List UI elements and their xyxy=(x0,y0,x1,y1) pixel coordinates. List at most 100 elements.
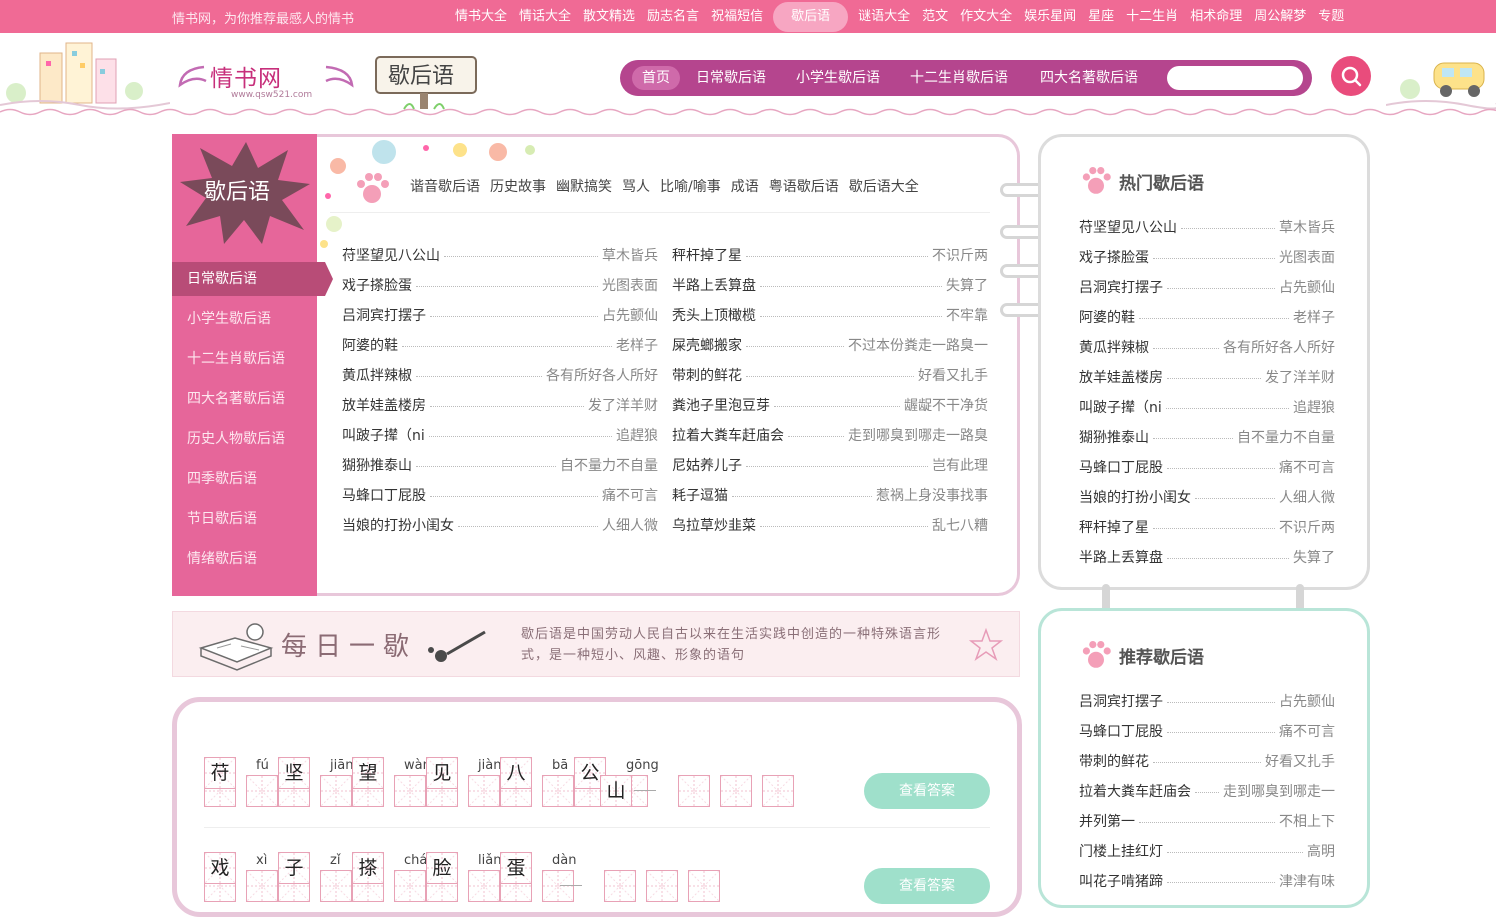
top-nav-link[interactable]: 情话大全 xyxy=(513,0,577,33)
sub-category-link[interactable]: 比喻/喻事 xyxy=(660,176,721,196)
top-nav-link[interactable]: 范文 xyxy=(916,0,954,33)
riddle-question[interactable]: 吕洞宾打摆子 xyxy=(342,303,426,329)
top-nav-link[interactable]: 专题 xyxy=(1312,0,1350,33)
riddle-question[interactable]: 吕洞宾打摆子 xyxy=(1079,275,1163,301)
sub-category-link[interactable]: 粤语歇后语 xyxy=(769,176,839,196)
riddle-question[interactable]: 带刺的鲜花 xyxy=(672,363,742,389)
list-item[interactable]: 阿婆的鞋 老样子 xyxy=(1079,303,1335,333)
side-menu-item[interactable]: 四大名著歇后语 xyxy=(187,382,285,416)
list-item[interactable]: 当娘的打扮小闺女 人细人微 xyxy=(1079,483,1335,513)
list-item[interactable]: 黄瓜拌辣椒 各有所好各人所好 xyxy=(342,361,658,391)
list-item[interactable]: 马蜂口丁屁股 痛不可言 xyxy=(1079,717,1335,747)
top-nav-link[interactable]: 歇后语 xyxy=(773,1,849,32)
riddle-question[interactable]: 秤杆掉了星 xyxy=(672,243,742,269)
list-item[interactable]: 秤杆掉了星 不识斤两 xyxy=(1079,513,1335,543)
list-item[interactable]: 戏子搽脸蛋 光图表面 xyxy=(1079,243,1335,273)
side-menu-item[interactable]: 小学生歇后语 xyxy=(187,302,271,336)
show-answer-button[interactable]: 查看答案 xyxy=(864,868,990,904)
list-item[interactable]: 猢狲推泰山 自不量力不自量 xyxy=(1079,423,1335,453)
riddle-question[interactable]: 屎壳螂搬家 xyxy=(672,333,742,359)
list-item[interactable]: 当娘的打扮小闺女 人细人微 xyxy=(342,511,658,541)
list-item[interactable]: 拉着大粪车赶庙会 走到哪臭到哪走一路臭 xyxy=(672,421,988,451)
top-nav-link[interactable]: 作文大全 xyxy=(954,0,1018,33)
riddle-question[interactable]: 叫花子啃猪蹄 xyxy=(1079,869,1163,895)
side-menu-item[interactable]: 节日歇后语 xyxy=(187,502,257,536)
list-item[interactable]: 带刺的鲜花 好看又扎手 xyxy=(1079,747,1335,777)
top-nav-link[interactable]: 相术命理 xyxy=(1184,0,1248,33)
sub-category-link[interactable]: 歇后语大全 xyxy=(849,176,919,196)
riddle-question[interactable]: 猢狲推泰山 xyxy=(1079,425,1149,451)
riddle-question[interactable]: 马蜂口丁屁股 xyxy=(1079,455,1163,481)
riddle-question[interactable]: 马蜂口丁屁股 xyxy=(1079,719,1163,745)
top-nav-link[interactable]: 周公解梦 xyxy=(1248,0,1312,33)
riddle-question[interactable]: 叫跛子撵（ni xyxy=(342,423,425,449)
sub-category-link[interactable]: 历史故事 xyxy=(490,176,546,196)
main-nav-link[interactable]: 十二生肖歇后语 xyxy=(910,66,1008,90)
list-item[interactable]: 阿婆的鞋 老样子 xyxy=(342,331,658,361)
riddle-question[interactable]: 黄瓜拌辣椒 xyxy=(342,363,412,389)
list-item[interactable]: 戏子搽脸蛋 光图表面 xyxy=(342,271,658,301)
list-item[interactable]: 苻坚望见八公山 草木皆兵 xyxy=(1079,213,1335,243)
top-nav-link[interactable]: 情书大全 xyxy=(449,0,513,33)
sub-category-link[interactable]: 幽默搞笑 xyxy=(556,176,612,196)
riddle-question[interactable]: 黄瓜拌辣椒 xyxy=(1079,335,1149,361)
list-item[interactable]: 门楼上挂红灯 高明 xyxy=(1079,837,1335,867)
riddle-question[interactable]: 秤杆掉了星 xyxy=(1079,515,1149,541)
riddle-question[interactable]: 门楼上挂红灯 xyxy=(1079,839,1163,865)
list-item[interactable]: 秃头上顶橄榄 不牢靠 xyxy=(672,301,988,331)
riddle-question[interactable]: 马蜂口丁屁股 xyxy=(342,483,426,509)
top-nav-link[interactable]: 娱乐星闻 xyxy=(1018,0,1082,33)
main-nav-link[interactable]: 小学生歇后语 xyxy=(796,66,880,90)
sub-category-link[interactable]: 谐音歇后语 xyxy=(410,176,480,196)
riddle-question[interactable]: 吕洞宾打摆子 xyxy=(1079,689,1163,715)
top-nav-link[interactable]: 十二生肖 xyxy=(1120,0,1184,33)
list-item[interactable]: 拉着大粪车赶庙会 走到哪臭到哪走一 xyxy=(1079,777,1335,807)
riddle-question[interactable]: 苻坚望见八公山 xyxy=(1079,215,1177,241)
top-nav-link[interactable]: 谜语大全 xyxy=(852,0,916,33)
list-item[interactable]: 黄瓜拌辣椒 各有所好各人所好 xyxy=(1079,333,1335,363)
side-menu-item[interactable]: 十二生肖歇后语 xyxy=(187,342,285,376)
riddle-question[interactable]: 猢狲推泰山 xyxy=(342,453,412,479)
list-item[interactable]: 吕洞宾打摆子 占先颤仙 xyxy=(1079,273,1335,303)
riddle-question[interactable]: 戏子搽脸蛋 xyxy=(342,273,412,299)
list-item[interactable]: 乌拉草炒韭菜 乱七八糟 xyxy=(672,511,988,541)
sub-category-link[interactable]: 骂人 xyxy=(622,176,650,196)
list-item[interactable]: 吕洞宾打摆子 占先颤仙 xyxy=(1079,687,1335,717)
search-input[interactable] xyxy=(1167,66,1303,90)
riddle-question[interactable]: 叫跛子撵（ni xyxy=(1079,395,1162,421)
list-item[interactable]: 猢狲推泰山 自不量力不自量 xyxy=(342,451,658,481)
list-item[interactable]: 放羊娃盖楼房 发了洋羊财 xyxy=(342,391,658,421)
side-menu-item[interactable]: 四季歇后语 xyxy=(187,462,257,496)
riddle-question[interactable]: 尼姑养儿子 xyxy=(672,453,742,479)
riddle-question[interactable]: 苻坚望见八公山 xyxy=(342,243,440,269)
list-item[interactable]: 耗子逗猫 惹祸上身没事找事 xyxy=(672,481,988,511)
riddle-question[interactable]: 秃头上顶橄榄 xyxy=(672,303,756,329)
list-item[interactable]: 马蜂口丁屁股 痛不可言 xyxy=(342,481,658,511)
list-item[interactable]: 苻坚望见八公山 草木皆兵 xyxy=(342,241,658,271)
side-menu-item[interactable]: 情绪歇后语 xyxy=(187,542,257,576)
riddle-question[interactable]: 当娘的打扮小闺女 xyxy=(1079,485,1191,511)
list-item[interactable]: 吕洞宾打摆子 占先颤仙 xyxy=(342,301,658,331)
top-nav-link[interactable]: 祝福短信 xyxy=(705,0,769,33)
list-item[interactable]: 粪池子里泡豆芽 龌龊不干净货 xyxy=(672,391,988,421)
riddle-question[interactable]: 粪池子里泡豆芽 xyxy=(672,393,770,419)
list-item[interactable]: 马蜂口丁屁股 痛不可言 xyxy=(1079,453,1335,483)
riddle-question[interactable]: 放羊娃盖楼房 xyxy=(1079,365,1163,391)
riddle-question[interactable]: 带刺的鲜花 xyxy=(1079,749,1149,775)
list-item[interactable]: 半路上丢算盘 失算了 xyxy=(672,271,988,301)
top-nav-link[interactable]: 散文精选 xyxy=(577,0,641,33)
top-nav-link[interactable]: 星座 xyxy=(1082,0,1120,33)
top-nav-link[interactable]: 励志名言 xyxy=(641,0,705,33)
list-item[interactable]: 秤杆掉了星 不识斤两 xyxy=(672,241,988,271)
list-item[interactable]: 尼姑养儿子 岂有此理 xyxy=(672,451,988,481)
list-item[interactable]: 屎壳螂搬家 不过本份粪走一路臭一 xyxy=(672,331,988,361)
riddle-question[interactable]: 并列第一 xyxy=(1079,809,1135,835)
riddle-question[interactable]: 阿婆的鞋 xyxy=(342,333,398,359)
riddle-question[interactable]: 阿婆的鞋 xyxy=(1079,305,1135,331)
sub-category-link[interactable]: 成语 xyxy=(731,176,759,196)
riddle-question[interactable]: 乌拉草炒韭菜 xyxy=(672,513,756,539)
search-button[interactable] xyxy=(1331,56,1371,96)
list-item[interactable]: 带刺的鲜花 好看又扎手 xyxy=(672,361,988,391)
riddle-question[interactable]: 拉着大粪车赶庙会 xyxy=(672,423,784,449)
main-nav-link[interactable]: 日常歇后语 xyxy=(696,66,766,90)
